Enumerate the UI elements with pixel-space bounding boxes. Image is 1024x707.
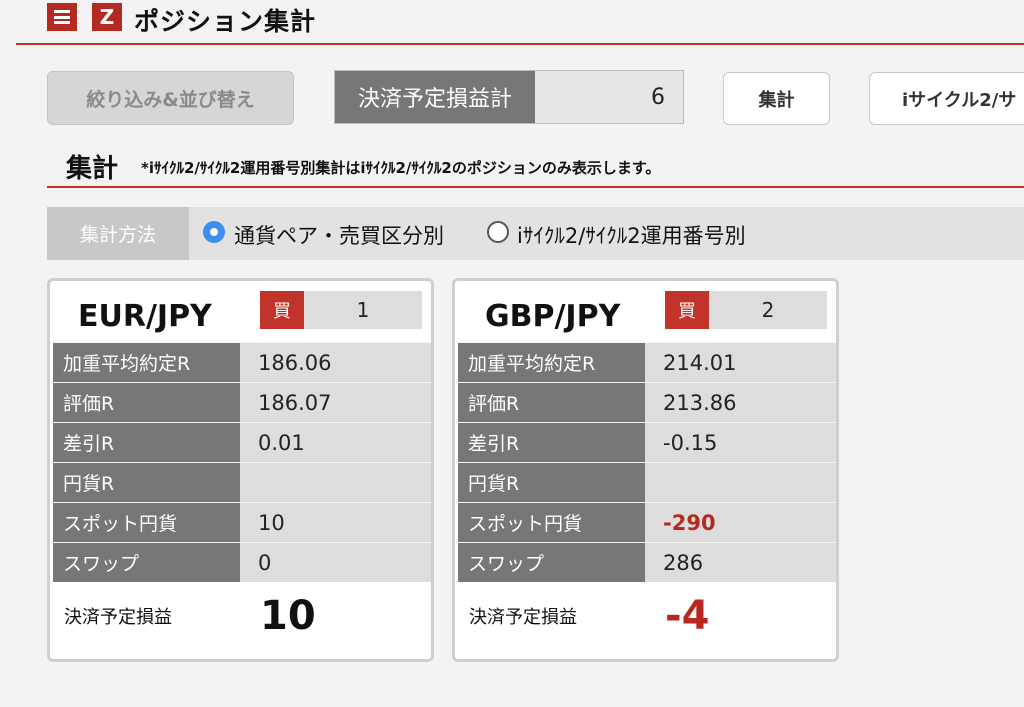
row-value: 286 [645, 543, 836, 582]
total-pl-box: 決済予定損益計 6 [334, 70, 684, 124]
settlement-pl-label: 決済予定損益 [64, 607, 172, 628]
table-row: 加重平均約定R 214.01 [458, 342, 836, 382]
row-value [240, 463, 431, 502]
row-label: スワップ [458, 543, 645, 582]
settlement-pl-value: 10 [260, 593, 316, 639]
radio-icycle-number[interactable] [487, 221, 509, 243]
row-label: 円貨R [458, 463, 645, 502]
side-count-box: 買 2 [665, 291, 827, 329]
side-badge: 買 [260, 291, 304, 329]
row-value [645, 463, 836, 502]
side-badge: 買 [665, 291, 709, 329]
table-row: 差引R -0.15 [458, 422, 836, 462]
settlement-pl-label: 決済予定損益 [469, 607, 577, 628]
row-label: 加重平均約定R [53, 343, 240, 382]
detail-table: 加重平均約定R 214.01 評価R 213.86 差引R -0.15 円貨R スポッ… [458, 342, 836, 582]
side-count-box: 買 1 [260, 291, 422, 329]
table-row: 円貨R [458, 462, 836, 502]
logo-z-icon[interactable]: Z [92, 3, 122, 31]
header-divider [16, 43, 1024, 45]
icycle-button[interactable]: iサイクル2/サ [869, 72, 1024, 125]
total-pl-label: 決済予定損益計 [335, 71, 535, 123]
position-card: EUR/JPY 買 1 加重平均約定R 186.06 評価R 186.07 差引R 0… [47, 278, 434, 662]
total-pl-value: 6 [651, 84, 665, 110]
aggregate-button[interactable]: 集計 [723, 72, 830, 125]
menu-icon[interactable] [47, 3, 77, 31]
row-label: 差引R [53, 423, 240, 462]
table-row: 評価R 213.86 [458, 382, 836, 422]
row-label: 加重平均約定R [458, 343, 645, 382]
filter-sort-button[interactable]: 絞り込み&並び替え [47, 71, 294, 125]
row-label: スワップ [53, 543, 240, 582]
table-row: スワップ 0 [53, 542, 431, 582]
aggregation-method-label: 集計方法 [47, 207, 189, 260]
row-value: 214.01 [645, 343, 836, 382]
row-value: -0.15 [645, 423, 836, 462]
row-label: 差引R [458, 423, 645, 462]
currency-pair: EUR/JPY [78, 299, 212, 334]
row-value: 10 [240, 503, 431, 542]
row-value: 0.01 [240, 423, 431, 462]
radio-currency-pair[interactable] [203, 221, 225, 243]
position-card: GBP/JPY 買 2 加重平均約定R 214.01 評価R 213.86 差引R -… [452, 278, 839, 662]
table-row: 差引R 0.01 [53, 422, 431, 462]
row-value: 186.07 [240, 383, 431, 422]
table-row: スポット円貨 -290 [458, 502, 836, 542]
row-label: スポット円貨 [53, 503, 240, 542]
detail-table: 加重平均約定R 186.06 評価R 186.07 差引R 0.01 円貨R スポット… [53, 342, 431, 582]
table-row: 円貨R [53, 462, 431, 502]
row-value: 0 [240, 543, 431, 582]
currency-pair: GBP/JPY [485, 299, 621, 334]
table-row: スワップ 286 [458, 542, 836, 582]
section-note: *iｻｲｸﾙ2/ｻｲｸﾙ2運用番号別集計はiｻｲｸﾙ2/ｻｲｸﾙ2のポジションの… [141, 159, 661, 177]
page-title: ポジション集計 [134, 7, 317, 36]
settlement-pl-value: -4 [665, 593, 710, 639]
section-divider [47, 186, 1024, 188]
radio-icycle-number-label[interactable]: iｻｲｸﾙ2/ｻｲｸﾙ2運用番号別 [517, 220, 746, 250]
table-row: スポット円貨 10 [53, 502, 431, 542]
section-title: 集計 [66, 154, 119, 184]
table-row: 加重平均約定R 186.06 [53, 342, 431, 382]
row-label: 評価R [458, 383, 645, 422]
header: Z ポジション集計 [0, 0, 1024, 46]
row-label: 円貨R [53, 463, 240, 502]
position-count: 1 [356, 298, 370, 322]
row-label: 評価R [53, 383, 240, 422]
radio-currency-pair-label[interactable]: 通貨ペア・売買区分別 [234, 220, 444, 250]
aggregation-method-row: 集計方法 通貨ペア・売買区分別 iｻｲｸﾙ2/ｻｲｸﾙ2運用番号別 [47, 207, 1024, 260]
row-value: 213.86 [645, 383, 836, 422]
position-count: 2 [761, 298, 775, 322]
table-row: 評価R 186.07 [53, 382, 431, 422]
row-value: -290 [645, 503, 836, 542]
row-value: 186.06 [240, 343, 431, 382]
row-label: スポット円貨 [458, 503, 645, 542]
